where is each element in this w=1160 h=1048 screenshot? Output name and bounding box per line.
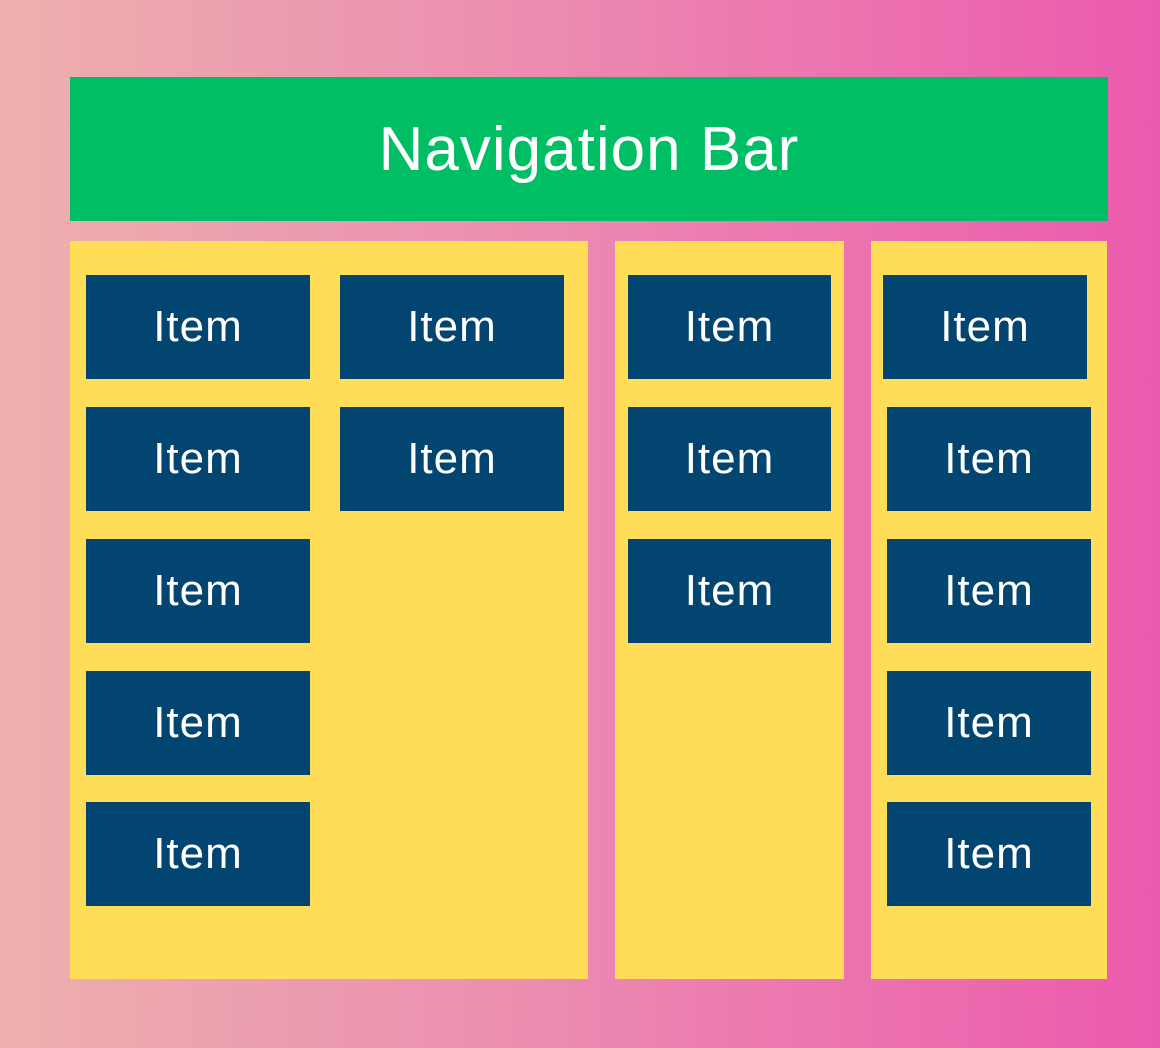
item-label: Item	[153, 302, 243, 351]
item-label: Item	[944, 829, 1034, 878]
panel-3-item[interactable]: Item	[887, 407, 1091, 511]
panel-1: Item Item Item Item Item Item Item	[70, 241, 588, 979]
navigation-bar[interactable]: Navigation Bar	[70, 77, 1108, 221]
item-label: Item	[153, 698, 243, 747]
panel-3-item[interactable]: Item	[883, 275, 1087, 379]
item-label: Item	[407, 302, 497, 351]
item-label: Item	[684, 566, 775, 615]
panel-1-item[interactable]: Item	[86, 275, 310, 379]
panel-3-item[interactable]: Item	[887, 671, 1091, 775]
panel-3-item[interactable]: Item	[887, 802, 1091, 906]
item-label: Item	[684, 302, 775, 351]
item-label: Item	[944, 698, 1034, 747]
panel-1-item[interactable]: Item	[86, 671, 310, 775]
item-label: Item	[944, 434, 1034, 483]
panel-1-item[interactable]: Item	[340, 275, 564, 379]
item-label: Item	[153, 566, 243, 615]
panel-3: Item Item Item Item Item	[871, 241, 1107, 979]
panel-2-item[interactable]: Item	[628, 275, 831, 379]
item-label: Item	[407, 434, 497, 483]
navigation-bar-label: Navigation Bar	[378, 114, 800, 184]
panel-1-item[interactable]: Item	[86, 802, 310, 906]
item-label: Item	[153, 829, 243, 878]
item-label: Item	[940, 302, 1030, 351]
panel-3-item[interactable]: Item	[887, 539, 1091, 643]
item-label: Item	[684, 434, 775, 483]
panel-1-item[interactable]: Item	[86, 539, 310, 643]
panel-1-item[interactable]: Item	[86, 407, 310, 511]
panel-2-item[interactable]: Item	[628, 539, 831, 643]
panel-1-item[interactable]: Item	[340, 407, 564, 511]
panel-2: Item Item Item	[615, 241, 844, 979]
item-label: Item	[153, 434, 243, 483]
panel-2-item[interactable]: Item	[628, 407, 831, 511]
item-label: Item	[944, 566, 1034, 615]
